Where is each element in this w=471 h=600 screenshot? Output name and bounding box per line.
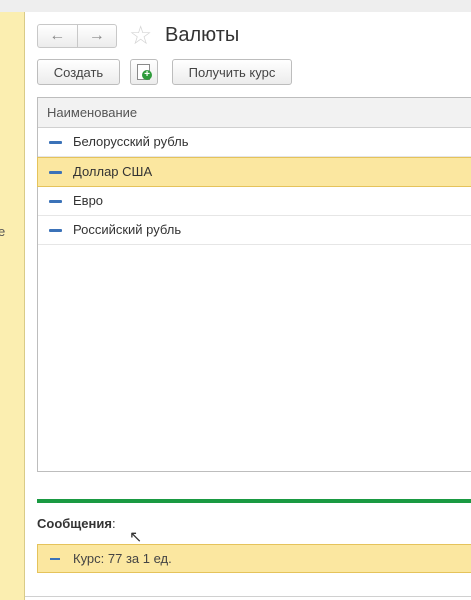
- left-panel: е: [0, 12, 25, 600]
- table-row[interactable]: Российский рубль: [38, 216, 471, 245]
- message-marker-icon: [50, 558, 60, 560]
- page-title: Валюты: [165, 24, 240, 46]
- row-marker-icon: [49, 229, 62, 232]
- window-top-strip: [0, 0, 471, 12]
- table-row-selected[interactable]: Доллар США: [37, 157, 471, 187]
- favorite-star-icon[interactable]: ☆: [129, 22, 155, 48]
- row-name: Белорусский рубль: [73, 134, 189, 149]
- messages-title: Сообщения:: [37, 516, 116, 531]
- message-text: Курс: 77 за 1 ед.: [73, 551, 172, 566]
- row-marker-icon: [49, 200, 62, 203]
- create-button[interactable]: Создать: [37, 59, 120, 85]
- currencies-form: ← → ☆ Валюты Создать + Получить курс Наи…: [25, 12, 471, 600]
- table-row[interactable]: Белорусский рубль: [38, 128, 471, 157]
- table-row[interactable]: Евро: [38, 187, 471, 216]
- get-rate-button[interactable]: Получить курс: [172, 59, 292, 85]
- column-header-name[interactable]: Наименование: [38, 98, 471, 128]
- row-name: Евро: [73, 193, 104, 208]
- row-marker-icon: [49, 141, 62, 144]
- row-name: Доллар США: [73, 164, 153, 179]
- forward-icon[interactable]: →: [76, 25, 117, 47]
- currency-table: Наименование Белорусский рубль Доллар СШ…: [37, 97, 471, 472]
- back-icon[interactable]: ←: [38, 25, 77, 47]
- row-name: Российский рубль: [73, 222, 182, 237]
- document-add-icon: +: [137, 64, 152, 80]
- navigation-buttons: ← →: [37, 24, 117, 48]
- message-item[interactable]: Курс: 77 за 1 ед.: [37, 544, 471, 573]
- left-panel-text-fragment: е: [0, 224, 6, 239]
- bottom-divider: [25, 596, 471, 597]
- messages-divider: [37, 499, 471, 503]
- add-from-classifier-button[interactable]: +: [130, 59, 158, 85]
- row-marker-icon: [49, 171, 62, 174]
